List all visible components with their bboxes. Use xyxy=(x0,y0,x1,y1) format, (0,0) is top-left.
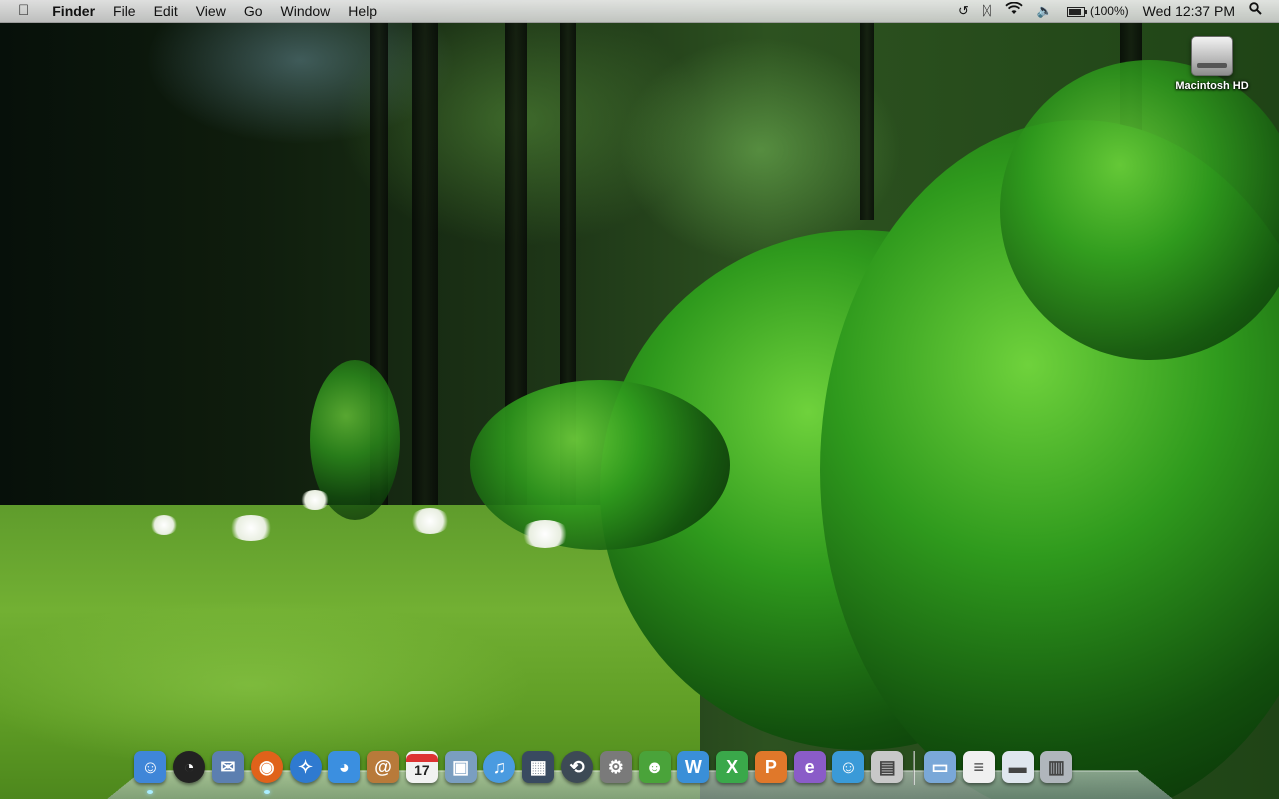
dock-item-applications-folder[interactable]: ▭ xyxy=(923,749,957,785)
desktop-icon-label: Macintosh HD xyxy=(1175,80,1249,92)
dock: ☺ ◔ ✉ ◉ ✧ ◕ @17 ▣ ♫ ▦ ⟲ ⚙ ☻ W X Pe ☺ ▤ ▭ ≡ ▬ ▥ xyxy=(131,745,1076,794)
volume-icon[interactable]: 🔈 xyxy=(1030,0,1060,22)
dock-item-powerpoint[interactable]: P xyxy=(754,749,788,785)
time-machine-icon[interactable]: ↺ xyxy=(951,0,976,22)
dock-item-system-preferences[interactable]: ⚙ xyxy=(599,749,633,785)
dock-item-ichat[interactable]: ◕ xyxy=(327,749,361,785)
hard-drive-icon xyxy=(1191,36,1233,76)
battery-icon[interactable]: (100%) xyxy=(1060,0,1136,22)
wifi-icon[interactable] xyxy=(998,0,1030,22)
running-indicator xyxy=(263,790,270,794)
spaces-icon: ▦ xyxy=(522,751,555,783)
apple-icon[interactable]:  xyxy=(0,0,43,22)
downloads-icon: ▬ xyxy=(1001,751,1034,783)
dock-item-spaces[interactable]: ▦ xyxy=(521,749,555,785)
dock-item-pdf-document[interactable]: ≡ xyxy=(962,749,996,785)
calendar-icon: 17 xyxy=(405,751,438,783)
menu-bar:  Finder File Edit View Go Window Help ↺… xyxy=(0,0,1279,23)
dock-item-messenger[interactable]: ☺ xyxy=(831,749,865,785)
dock-item-downloads[interactable]: ▬ xyxy=(1001,749,1035,785)
dashboard-icon: ◔ xyxy=(173,751,206,783)
desktop-wallpaper xyxy=(0,0,1279,799)
calendar-date: 17 xyxy=(414,762,430,778)
menu-go[interactable]: Go xyxy=(235,0,272,22)
dock-separator xyxy=(912,751,915,785)
trash-icon: ▥ xyxy=(1040,751,1073,783)
address-book-icon: @ xyxy=(367,751,400,783)
itunes-icon: ♫ xyxy=(483,751,516,783)
dock-item-firefox[interactable]: ◉ xyxy=(250,749,284,794)
menu-file[interactable]: File xyxy=(104,0,145,22)
finder-icon: ☺ xyxy=(134,751,167,783)
entourage-icon: e xyxy=(793,751,826,783)
powerpoint-icon: P xyxy=(754,751,787,783)
dock-item-word[interactable]: W xyxy=(676,749,710,785)
system-preferences-icon: ⚙ xyxy=(599,751,632,783)
excel-icon: X xyxy=(716,751,749,783)
battery-percent: (100%) xyxy=(1089,4,1129,18)
dock-item-itunes[interactable]: ♫ xyxy=(482,749,516,785)
dock-item-address-book[interactable]: @ xyxy=(366,749,400,785)
dock-item-trash[interactable]: ▥ xyxy=(1039,749,1073,785)
image-viewer-icon: ▤ xyxy=(871,751,904,783)
dock-item-time-machine[interactable]: ⟲ xyxy=(560,749,594,785)
calendar-header xyxy=(405,754,438,762)
dock-item-mail[interactable]: ✉ xyxy=(211,749,245,785)
mail-icon: ✉ xyxy=(211,751,244,783)
menu-app-name[interactable]: Finder xyxy=(43,0,104,22)
folder-icon: ▭ xyxy=(924,751,957,783)
dock-item-dashboard[interactable]: ◔ xyxy=(172,749,206,785)
menu-help[interactable]: Help xyxy=(339,0,386,22)
clock[interactable]: Wed 12:37 PM xyxy=(1136,0,1242,22)
dock-item-ical[interactable]: 17 xyxy=(405,749,439,785)
dock-item-safari[interactable]: ✧ xyxy=(289,749,323,785)
dock-item-iphoto[interactable]: ▣ xyxy=(444,749,478,785)
bluetooth-icon[interactable]: ᛞ xyxy=(976,0,998,22)
messenger-icon: ☺ xyxy=(832,751,865,783)
menu-edit[interactable]: Edit xyxy=(145,0,187,22)
ichat-icon: ◕ xyxy=(328,751,361,783)
iphoto-icon: ▣ xyxy=(444,751,477,783)
spotlight-icon[interactable] xyxy=(1242,0,1269,22)
dock-item-finder[interactable]: ☺ xyxy=(133,749,167,794)
dock-item-adium[interactable]: ☻ xyxy=(638,749,672,785)
desktop-icon-macintosh-hd[interactable]: Macintosh HD xyxy=(1162,36,1262,92)
firefox-icon: ◉ xyxy=(250,751,283,783)
adium-icon: ☻ xyxy=(638,751,671,783)
dock-item-excel[interactable]: X xyxy=(715,749,749,785)
pdf-document-icon: ≡ xyxy=(962,751,995,783)
word-icon: W xyxy=(677,751,710,783)
menu-view[interactable]: View xyxy=(187,0,235,22)
time-machine-dock-icon: ⟲ xyxy=(560,751,593,783)
dock-item-image-viewer[interactable]: ▤ xyxy=(870,749,904,785)
dock-item-entourage[interactable]: e xyxy=(793,749,827,785)
menu-window[interactable]: Window xyxy=(272,0,340,22)
safari-icon: ✧ xyxy=(289,751,322,783)
